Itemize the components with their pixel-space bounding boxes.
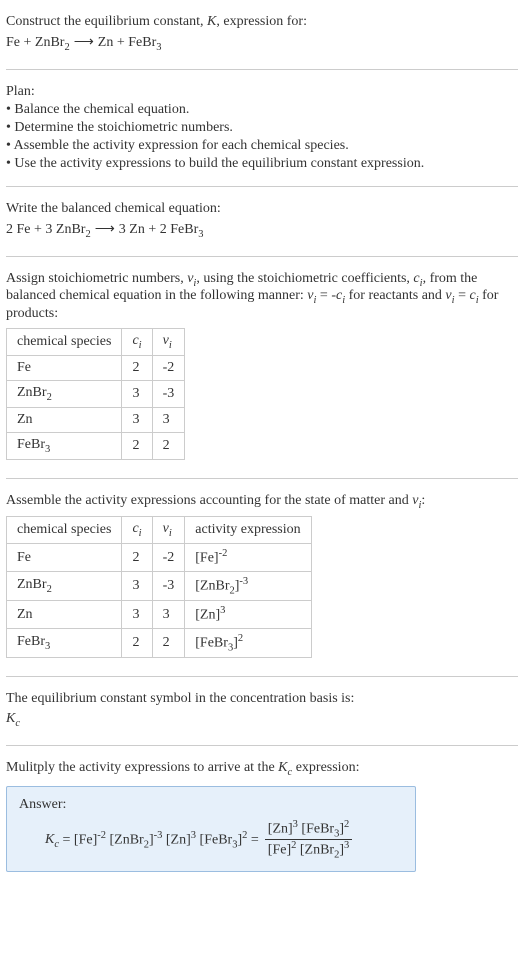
cell-vi: -3 [152,380,185,407]
cell-species: ZnBr2 [7,571,122,600]
cell-species: Zn [7,407,122,432]
symbol-section: The equilibrium constant symbol in the c… [6,683,518,739]
stoich-text: Assign stoichiometric numbers, νi, using… [6,271,518,323]
cell-ci: 3 [122,380,152,407]
table-row: Fe 2 -2 [7,355,185,380]
cell-ci: 2 [122,432,152,459]
divider [6,69,518,70]
table-header-row: chemical species ci νi activity expressi… [7,517,312,544]
multiply-section: Mulitply the activity expressions to arr… [6,752,518,886]
col-vi: νi [152,329,185,356]
prompt-section: Construct the equilibrium constant, K, e… [6,6,518,63]
divider [6,256,518,257]
cell-ci: 3 [122,407,152,432]
cell-species: Fe [7,544,122,572]
cell-expr: [Fe]-2 [185,544,311,572]
answer-lhs: Kc = [Fe]-2 [ZnBr2]-3 [Zn]3 [FeBr3]2 = [45,830,259,850]
table-row: ZnBr2 3 -3 [7,380,185,407]
answer-label: Answer: [19,797,403,813]
balanced-section: Write the balanced chemical equation: 2 … [6,193,518,250]
table-row: Fe 2 -2 [Fe]-2 [7,544,312,572]
answer-box: Answer: Kc = [Fe]-2 [ZnBr2]-3 [Zn]3 [FeB… [6,786,416,872]
cell-vi: 3 [152,407,185,432]
cell-species: FeBr3 [7,432,122,459]
col-species: chemical species [7,517,122,544]
answer-denominator: [Fe]2 [ZnBr2]3 [265,840,352,860]
cell-ci: 2 [122,544,152,572]
balanced-heading: Write the balanced chemical equation: [6,201,518,217]
table-row: Zn 3 3 [Zn]3 [7,601,312,629]
cell-ci: 2 [122,628,152,657]
divider [6,676,518,677]
symbol-text: The equilibrium constant symbol in the c… [6,691,518,707]
col-expr: activity expression [185,517,311,544]
cell-expr: [ZnBr2]-3 [185,571,311,600]
unbalanced-equation: Fe + ZnBr2⟶Zn + FeBr3 [6,34,518,53]
cell-species: FeBr3 [7,628,122,657]
divider [6,478,518,479]
divider [6,186,518,187]
symbol-value: Kc [6,711,518,729]
answer-numerator: [Zn]3 [FeBr3]2 [265,819,352,840]
table-row: FeBr3 2 2 [FeBr3]2 [7,628,312,657]
cell-ci: 3 [122,571,152,600]
table-header-row: chemical species ci νi [7,329,185,356]
plan-heading: Plan: [6,84,518,100]
col-species: chemical species [7,329,122,356]
cell-species: Zn [7,601,122,629]
cell-ci: 3 [122,601,152,629]
table-row: ZnBr2 3 -3 [ZnBr2]-3 [7,571,312,600]
activity-text: Assemble the activity expressions accoun… [6,493,518,511]
cell-vi: -3 [152,571,185,600]
plan-item: • Assemble the activity expression for e… [6,138,518,154]
cell-ci: 2 [122,355,152,380]
cell-expr: [FeBr3]2 [185,628,311,657]
cell-vi: 2 [152,628,185,657]
prompt-text: Construct the equilibrium constant, K, e… [6,14,518,30]
cell-species: ZnBr2 [7,380,122,407]
activity-table: chemical species ci νi activity expressi… [6,516,312,658]
plan-item: • Balance the chemical equation. [6,102,518,118]
table-row: Zn 3 3 [7,407,185,432]
stoich-section: Assign stoichiometric numbers, νi, using… [6,263,518,472]
stoich-table: chemical species ci νi Fe 2 -2 ZnBr2 3 -… [6,328,185,459]
divider [6,745,518,746]
cell-species: Fe [7,355,122,380]
activity-section: Assemble the activity expressions accoun… [6,485,518,671]
col-ci: ci [122,329,152,356]
cell-vi: -2 [152,544,185,572]
cell-vi: 2 [152,432,185,459]
plan-item: • Use the activity expressions to build … [6,156,518,172]
balanced-equation: 2 Fe + 3 ZnBr2⟶3 Zn + 2 FeBr3 [6,221,518,240]
col-vi: νi [152,517,185,544]
plan-section: Plan: • Balance the chemical equation. •… [6,76,518,180]
col-ci: ci [122,517,152,544]
multiply-text: Mulitply the activity expressions to arr… [6,760,518,778]
plan-list: • Balance the chemical equation. • Deter… [6,102,518,172]
cell-vi: -2 [152,355,185,380]
table-row: FeBr3 2 2 [7,432,185,459]
cell-vi: 3 [152,601,185,629]
answer-expression: Kc = [Fe]-2 [ZnBr2]-3 [Zn]3 [FeBr3]2 = [… [19,819,403,861]
cell-expr: [Zn]3 [185,601,311,629]
plan-item: • Determine the stoichiometric numbers. [6,120,518,136]
answer-fraction: [Zn]3 [FeBr3]2 [Fe]2 [ZnBr2]3 [265,819,352,861]
